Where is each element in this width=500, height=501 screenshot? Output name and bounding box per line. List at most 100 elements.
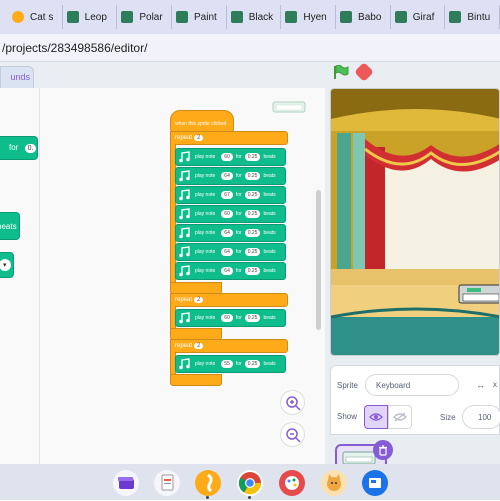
beats-input[interactable]: 0.25	[244, 248, 261, 256]
note-input[interactable]: 64	[221, 172, 233, 180]
note-input[interactable]: 55	[221, 360, 233, 368]
repeat-count-input[interactable]: 2	[194, 343, 204, 349]
keyboard-sprite[interactable]	[458, 284, 500, 304]
browser-tab[interactable]: Hyen	[281, 5, 337, 29]
repeat-block-foot	[170, 374, 222, 386]
repeat-block[interactable]: repeat 2	[170, 339, 288, 353]
play-note-block[interactable]: play note 60 for 0.25 beats	[175, 205, 286, 223]
play-note-block[interactable]: play note 67 for 0.25 beats	[175, 186, 286, 204]
note-input[interactable]: 64	[221, 267, 233, 275]
media-app-icon[interactable]	[362, 470, 388, 496]
stage[interactable]	[330, 88, 500, 356]
beats-label: beats	[263, 154, 276, 160]
play-note-block[interactable]: play note 55 for 0.25 beats	[175, 355, 286, 373]
running-indicator	[206, 496, 209, 499]
repeat-block[interactable]: repeat 2	[170, 131, 288, 145]
browser-tab[interactable]: Black	[227, 5, 282, 29]
theater-backdrop	[331, 89, 500, 355]
note-input[interactable]: 60	[221, 153, 233, 161]
tab-sounds[interactable]: unds	[0, 66, 34, 88]
palette-instrument-block[interactable]: ▾	[0, 252, 14, 278]
repeat-count-input[interactable]: 2	[194, 297, 204, 303]
note-label: play note	[195, 230, 216, 236]
note-input[interactable]: 67	[221, 191, 233, 199]
hat-label: when this sprite clicked	[175, 121, 227, 127]
size-field[interactable]: 100	[462, 405, 500, 429]
note-input[interactable]: 64	[221, 248, 233, 256]
browser-tab[interactable]: Cat s	[8, 5, 63, 29]
for-label: for	[235, 230, 242, 236]
beats-input[interactable]: 0.25	[244, 210, 261, 218]
sprite-label: Sprite	[337, 381, 358, 390]
address-bar[interactable]: /projects/283498586/editor/	[0, 34, 500, 62]
palette-beats-label: beats	[0, 222, 17, 231]
paint-app-icon[interactable]	[279, 470, 305, 496]
show-visible-button[interactable]	[364, 405, 388, 429]
for-label: for	[235, 173, 242, 179]
beats-input[interactable]: 0.25	[244, 229, 261, 237]
beats-input[interactable]: 0.25	[244, 314, 261, 322]
play-note-block[interactable]: play note 64 for 0.25 beats	[175, 167, 286, 185]
for-label: for	[235, 249, 242, 255]
beats-input[interactable]: 0.25	[244, 360, 261, 368]
when-sprite-clicked-hat-block[interactable]: when this sprite clicked	[170, 110, 234, 132]
browser-tab[interactable]: Paint	[172, 5, 227, 29]
beats-label: beats	[263, 173, 276, 179]
beats-input[interactable]: 0.25	[244, 172, 261, 180]
for-label: for	[235, 211, 242, 217]
url-text: /projects/283498586/editor/	[2, 40, 148, 55]
note-label: play note	[195, 249, 216, 255]
palette-dropdown[interactable]: ▾	[0, 259, 11, 271]
site-favicon-icon	[449, 11, 462, 23]
repeat-count-input[interactable]: 2	[194, 135, 204, 141]
eye-icon	[369, 413, 383, 421]
delete-sprite-button[interactable]	[373, 440, 393, 460]
browser-tab[interactable]: Giraf	[391, 5, 446, 29]
browser-tab[interactable]: Babo	[336, 5, 391, 29]
browser-tab[interactable]: Bintu	[445, 5, 500, 29]
play-note-block[interactable]: play note 64 for 0.25 beats	[175, 243, 286, 261]
sprite-name-field[interactable]: Keyboard	[365, 374, 459, 396]
zoom-out-button[interactable]	[280, 422, 305, 447]
play-note-block[interactable]: play note 60 for 0.25 beats	[175, 148, 286, 166]
beats-input[interactable]: 0.25	[244, 267, 261, 275]
browser-tab[interactable]: Polar	[117, 5, 173, 29]
chrome-app-icon[interactable]	[237, 470, 263, 496]
play-note-block[interactable]: play note 60 for 0.25 beats	[175, 309, 286, 327]
scratch-app-icon[interactable]	[195, 470, 221, 496]
files-app-icon[interactable]	[113, 470, 139, 496]
note-label: play note	[195, 192, 216, 198]
show-hidden-button[interactable]	[388, 405, 412, 429]
eye-slash-icon	[393, 412, 407, 422]
green-flag-icon[interactable]	[333, 65, 349, 79]
docs-app-icon[interactable]	[154, 470, 180, 496]
note-input[interactable]: 64	[221, 229, 233, 237]
music-notes-icon	[179, 246, 190, 258]
sprite-name-value: Keyboard	[376, 381, 411, 390]
note-label: play note	[195, 154, 216, 160]
note-input[interactable]: 60	[221, 314, 233, 322]
music-notes-icon	[179, 151, 190, 163]
repeat-block[interactable]: repeat 2	[170, 293, 288, 307]
cat-app-icon[interactable]	[321, 470, 347, 496]
tab-label: Paint	[194, 11, 217, 23]
keyboard-sprite-icon	[272, 101, 306, 113]
stop-icon[interactable]	[354, 62, 374, 82]
tab-label: Babo	[358, 11, 382, 23]
play-note-block[interactable]: play note 64 for 0.25 beats	[175, 262, 286, 280]
chrome-icon	[238, 472, 262, 495]
workspace-scrollbar[interactable]	[316, 190, 321, 330]
zoom-in-button[interactable]	[280, 390, 305, 415]
palette-rest-block[interactable]: beats	[0, 212, 20, 240]
zoom-out-icon	[285, 427, 301, 443]
beats-input[interactable]: 0.25	[244, 153, 261, 161]
site-favicon-icon	[230, 11, 243, 23]
repeat-label: repeat	[175, 297, 193, 303]
palette-play-note-block[interactable]: for 0.	[0, 136, 38, 160]
beats-input[interactable]: 0.25	[244, 191, 261, 199]
beats-label: beats	[263, 230, 276, 236]
note-input[interactable]: 60	[221, 210, 233, 218]
tab-label: Black	[248, 11, 274, 23]
play-note-block[interactable]: play note 64 for 0.25 beats	[175, 224, 286, 242]
browser-tab[interactable]: Leop	[63, 5, 118, 29]
